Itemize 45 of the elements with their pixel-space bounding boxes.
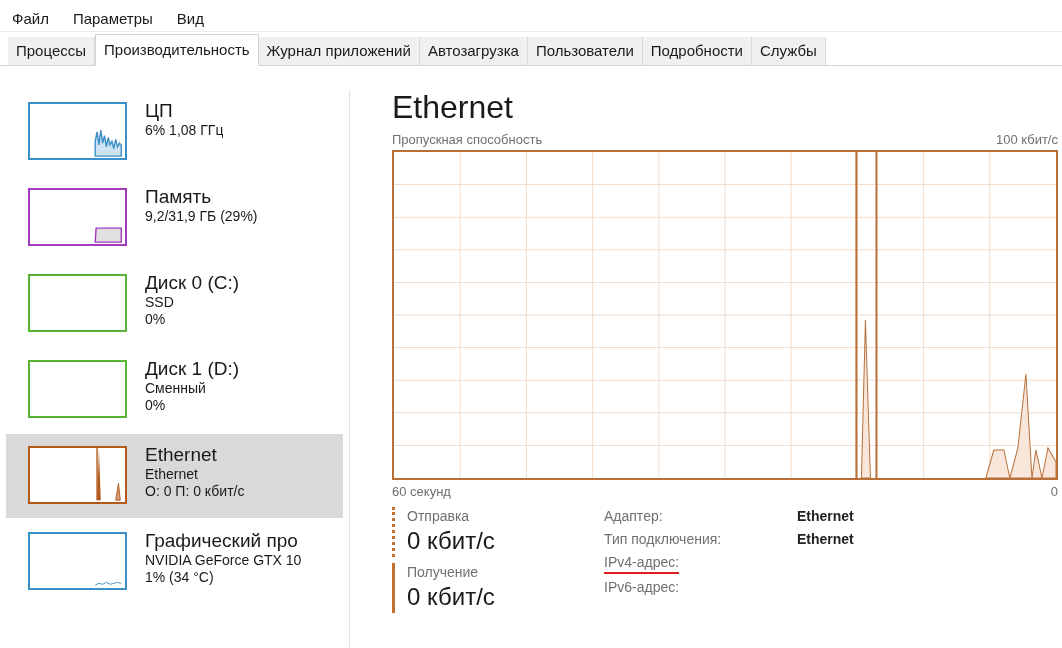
item-title: Диск 0 (C:)	[145, 271, 240, 294]
item-detail: О: 0 П: 0 кбит/с	[145, 483, 245, 500]
rate-indicator: Отправка 0 кбит/с	[392, 507, 604, 557]
menu-item[interactable]: Вид	[176, 8, 204, 31]
item-title: Ethernet	[145, 443, 218, 466]
item-title: Графический про	[145, 529, 299, 552]
property-value: Ethernet	[797, 507, 854, 526]
property-label: Адаптер:	[604, 507, 663, 526]
sidebar-item[interactable]: Диск 1 (D:) Сменный 0%	[6, 348, 343, 432]
axis-label: 0	[1050, 482, 1058, 501]
property-value: Ethernet	[797, 530, 854, 549]
tab[interactable]: Подробности	[642, 37, 752, 65]
item-detail: 6% 1,08 ГГц	[145, 122, 224, 139]
tab[interactable]: Производительность	[95, 34, 259, 66]
chart-label: Пропускная способность	[392, 131, 543, 149]
property-label: IPv4-адрес:	[604, 553, 680, 574]
item-title: Диск 1 (D:)	[145, 357, 240, 380]
rate-indicator: Получение 0 кбит/с	[392, 563, 604, 613]
sidebar-item[interactable]: ЦП 6% 1,08 ГГц	[6, 90, 343, 174]
item-title: ЦП	[145, 99, 174, 122]
sidebar-item[interactable]: Диск 0 (C:) SSD 0%	[6, 262, 343, 346]
item-detail: NVIDIA GeForce GTX 10	[145, 552, 302, 569]
axis-label: 60 секунд	[392, 482, 451, 501]
item-detail: 0%	[145, 397, 167, 414]
item-detail: 0%	[145, 311, 167, 328]
item-detail: Сменный	[145, 380, 207, 397]
item-detail: Ethernet	[145, 466, 199, 483]
item-detail: 9,2/31,9 ГБ (29%)	[145, 208, 258, 225]
sidebar-item[interactable]: Память 9,2/31,9 ГБ (29%)	[6, 176, 343, 260]
tab[interactable]: Службы	[752, 37, 826, 65]
menu-item[interactable]: Файл	[12, 8, 49, 31]
property-label: IPv6-адрес:	[604, 578, 680, 597]
item-detail: SSD	[145, 294, 175, 311]
chart-max: 100 кбит/с	[995, 131, 1058, 149]
property-label: Тип подключения:	[604, 530, 722, 549]
panel-title: Ethernet	[392, 90, 513, 124]
sidebar-item[interactable]: Графический про NVIDIA GeForce GTX 10 1% (34 °C)	[6, 520, 343, 604]
menu-item[interactable]: Параметры	[72, 8, 153, 31]
tab[interactable]: Автозагрузка	[419, 37, 528, 65]
sidebar-item[interactable]: Ethernet Ethernet О: 0 П: 0 кбит/с	[6, 434, 343, 518]
tab[interactable]: Процессы	[8, 37, 95, 65]
item-title: Память	[145, 185, 213, 208]
tab[interactable]: Журнал приложений	[258, 37, 420, 65]
item-detail: 1% (34 °C)	[145, 569, 215, 586]
tab[interactable]: Пользователи	[527, 37, 643, 65]
